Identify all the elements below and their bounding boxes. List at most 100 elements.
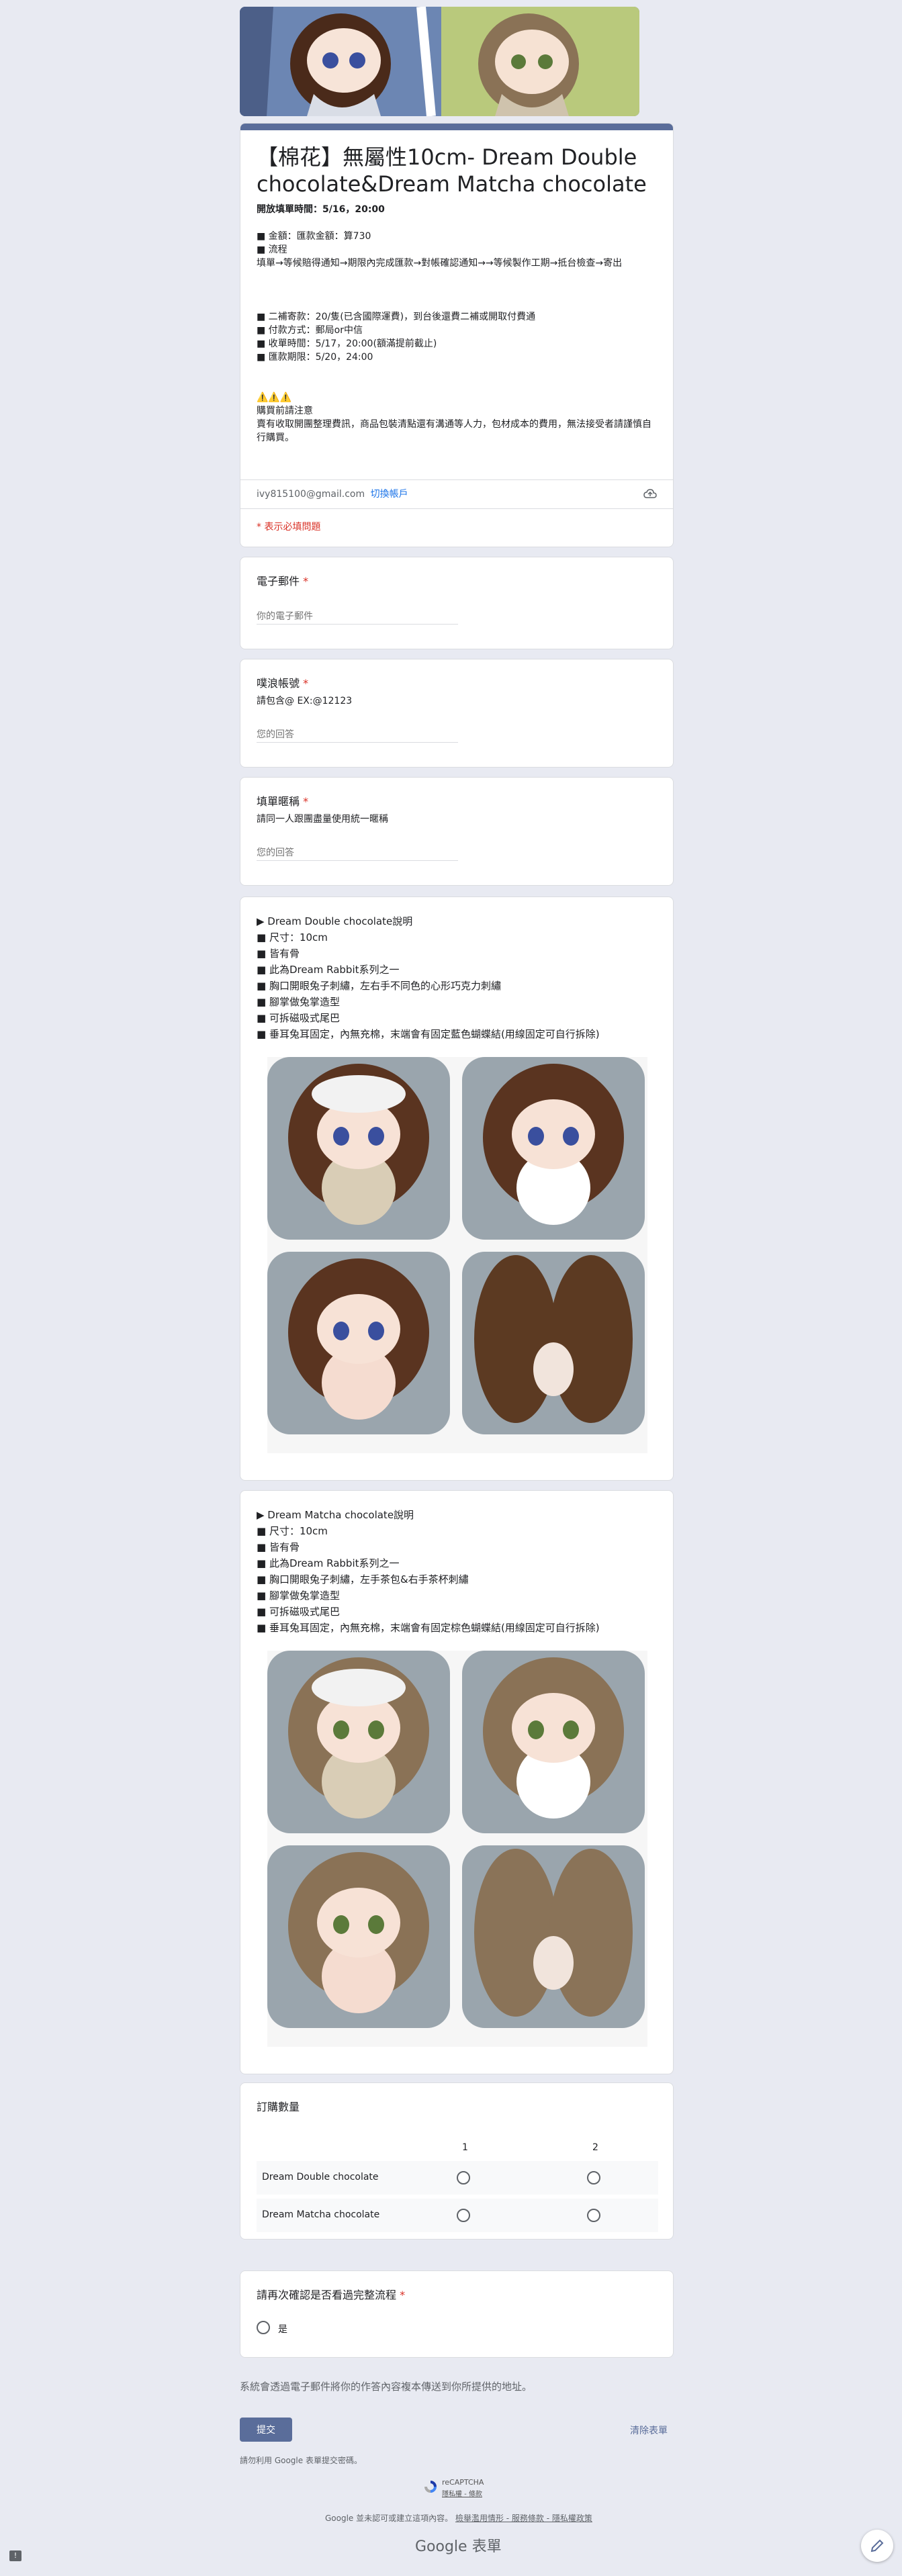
grid-row: Dream Double chocolate <box>257 2161 658 2195</box>
description-line: 開放填單時間：5/16，20:00 <box>257 204 385 215</box>
product-description: ▶ Dream Matcha chocolate說明 ■ 尺寸：10cm ■ 皆有骨… <box>240 1491 673 1636</box>
footer-disclaimer: Google 並未認可或建立這項內容。 檢舉濫用情形 - 服務條款 - 隱私權政… <box>325 2514 592 2523</box>
question-description: 請同一人跟團盡量使用統一暱稱 <box>257 814 388 825</box>
account-row: ivy815100@gmail.com 切換帳戶 <box>240 479 673 509</box>
grid-row-label: Dream Matcha chocolate <box>262 2209 380 2220</box>
password-note: 請勿利用 Google 表單提交密碼。 <box>240 2456 362 2465</box>
grid-row-label: Dream Double chocolate <box>262 2172 379 2182</box>
clear-form-link[interactable]: 清除表單 <box>630 2424 668 2437</box>
description-line: 填單→等候賠得通知→期限內完成匯款→對帳確認通知→→等候製作工期→抵台檢查→寄出 <box>257 258 623 269</box>
question-title: 噗浪帳號 * <box>257 677 309 690</box>
radio-row1-col2[interactable] <box>587 2171 600 2184</box>
product-photo <box>462 1651 645 1833</box>
description-line: 購買前請注意 <box>257 406 313 416</box>
product-spec-line: ■ 此為Dream Rabbit系列之一 <box>257 964 400 976</box>
product-spec-line: ■ 垂耳兔耳固定，內無充棉，末端會有固定藍色蝴蝶結(用線固定可自行拆除) <box>257 1028 600 1040</box>
radio-row2-col1[interactable] <box>457 2209 470 2222</box>
accent-bar <box>240 124 673 130</box>
radio-row1-col1[interactable] <box>457 2171 470 2184</box>
description-line: ■ 收單時間：5/17，20:00(額滿提前截止) <box>257 338 437 349</box>
pencil-icon <box>870 2539 884 2552</box>
product-title: ▶ Dream Matcha chocolate說明 <box>257 1509 414 1521</box>
grid-column-label: 1 <box>462 2142 468 2153</box>
cloud-saved-icon <box>643 489 657 498</box>
question-title: 訂購數量 <box>257 2101 300 2113</box>
question-title: 請再次確認是否看過完整流程 * <box>257 2289 406 2301</box>
product-spec-line: ■ 此為Dream Rabbit系列之一 <box>257 1557 400 1569</box>
product-title: ▶ Dream Double chocolate說明 <box>257 915 413 927</box>
product-spec-line: ■ 胸口開眼兔子刺繡，左手茶包&右手茶杯刺繡 <box>257 1573 469 1585</box>
grid-column-label: 2 <box>592 2142 598 2153</box>
product-spec-line: ■ 皆有骨 <box>257 1541 300 1553</box>
order-grid: 1 2 Dream Double chocolate Dream Matcha … <box>257 2137 658 2236</box>
product-photo-grid <box>267 1057 647 1453</box>
question-title: 電子郵件 * <box>257 575 309 588</box>
edit-fab-button[interactable] <box>861 2530 893 2562</box>
nickname-answer-field[interactable] <box>257 839 458 861</box>
product-photo <box>462 1252 645 1434</box>
grid-header-row: 1 2 <box>257 2137 658 2161</box>
question-nickname-card: 填單暱稱 * 請同一人跟團盡量使用統一暱稱 <box>240 777 674 886</box>
email-copy-note: 系統會透過電子郵件將你的作答內容複本傳送到你所提供的地址。 <box>240 2381 533 2393</box>
description-line: ■ 匯款期限：5/20，24:00 <box>257 352 373 363</box>
product-spec-line: ■ 胸口開眼兔子刺繡，左右手不同色的心形巧克力刺繡 <box>257 980 501 992</box>
question-order-quantity-card: 訂購數量 1 2 Dream Double chocolate Dream Ma… <box>240 2082 674 2240</box>
form-title-card: 【棉花】無屬性10cm- Dream Double chocolate&Drea… <box>240 123 674 547</box>
product-card-matcha-chocolate: ▶ Dream Matcha chocolate說明 ■ 尺寸：10cm ■ 皆有骨… <box>240 1490 674 2074</box>
google-forms-logo: Google 表單 <box>415 2538 502 2555</box>
description-line: ■ 金額：匯款金額：算730 <box>257 231 371 242</box>
question-plurk-card: 噗浪帳號 * 請包含@ EX:@12123 <box>240 659 674 768</box>
form-title: 【棉花】無屬性10cm- Dream Double chocolate&Drea… <box>257 144 647 197</box>
description-line <box>257 283 657 297</box>
product-spec-line: ■ 尺寸：10cm <box>257 931 328 944</box>
confirm-yes-radio[interactable] <box>257 2321 270 2334</box>
product-spec-line: ■ 尺寸：10cm <box>257 1525 328 1537</box>
product-spec-line: ■ 可拆磁吸式尾巴 <box>257 1606 340 1618</box>
plurk-answer-field[interactable] <box>257 721 458 743</box>
email-field[interactable] <box>257 603 458 625</box>
description-line: ⚠️⚠️⚠️ <box>257 392 292 403</box>
description-line <box>257 377 657 391</box>
product-spec-line: ■ 皆有骨 <box>257 948 300 960</box>
question-email-card: 電子郵件 * <box>240 557 674 649</box>
product-photo-grid <box>267 1651 647 2047</box>
footer-report-links[interactable]: 檢舉濫用情形 - 服務條款 - 隱私權政策 <box>455 2514 592 2523</box>
product-photo <box>267 1651 450 1833</box>
grid-row: Dream Matcha chocolate <box>257 2199 658 2232</box>
product-spec-line: ■ 可拆磁吸式尾巴 <box>257 1012 340 1024</box>
description-line <box>257 270 657 283</box>
description-line: ■ 流程 <box>257 244 287 255</box>
recaptcha-links[interactable]: 隱私權 - 條款 <box>442 2488 482 2498</box>
product-photo <box>267 1057 450 1240</box>
confirm-yes-label: 是 <box>278 2324 287 2335</box>
product-spec-line: ■ 腳掌做兔掌造型 <box>257 996 340 1008</box>
product-photo <box>462 1057 645 1240</box>
product-spec-line: ■ 腳掌做兔掌造型 <box>257 1590 340 1602</box>
submit-button[interactable]: 提交 <box>240 2418 292 2442</box>
question-confirm-card: 請再次確認是否看過完整流程 * 是 <box>240 2270 674 2358</box>
switch-account-link[interactable]: 切換帳戶 <box>371 489 408 500</box>
product-card-double-chocolate: ▶ Dream Double chocolate說明 ■ 尺寸：10cm ■ 皆有骨… <box>240 896 674 1481</box>
header-banner-image <box>240 7 639 116</box>
question-title: 填單暱稱 * <box>257 795 309 808</box>
radio-row2-col2[interactable] <box>587 2209 600 2222</box>
recaptcha-badge: reCAPTCHA 隱私權 - 條款 <box>423 2477 484 2499</box>
report-icon[interactable]: ! <box>9 2550 21 2561</box>
product-spec-line: ■ 垂耳兔耳固定，內無充棉，末端會有固定棕色蝴蝶結(用線固定可自行拆除) <box>257 1622 600 1634</box>
account-email: ivy815100@gmail.com <box>257 489 365 500</box>
description-line <box>257 216 657 230</box>
description-line: 賣有收取開團整理費訊，商品包裝清點還有溝通等人力，包材成本的費用，無法接受者請謹… <box>257 419 651 443</box>
product-photo <box>267 1252 450 1434</box>
product-photo <box>267 1845 450 2028</box>
product-description: ▶ Dream Double chocolate說明 ■ 尺寸：10cm ■ 皆有骨… <box>240 897 673 1042</box>
description-line <box>257 297 657 310</box>
form-description: 開放填單時間：5/16，20:00 ■ 金額：匯款金額：算730 ■ 流程填單→等… <box>240 197 673 445</box>
description-line: ■ 二補寄款：20/隻(已含國際運費)，到台後還費二補或開取付費通 <box>257 312 536 322</box>
question-description: 請包含@ EX:@12123 <box>257 696 353 706</box>
required-note: * 表示必填問題 <box>257 522 321 533</box>
description-line <box>257 364 657 377</box>
description-line: ■ 付款方式：郵局or中信 <box>257 325 363 336</box>
recaptcha-label: reCAPTCHA <box>442 2478 484 2487</box>
product-photo <box>462 1845 645 2028</box>
recaptcha-icon <box>424 2481 437 2493</box>
